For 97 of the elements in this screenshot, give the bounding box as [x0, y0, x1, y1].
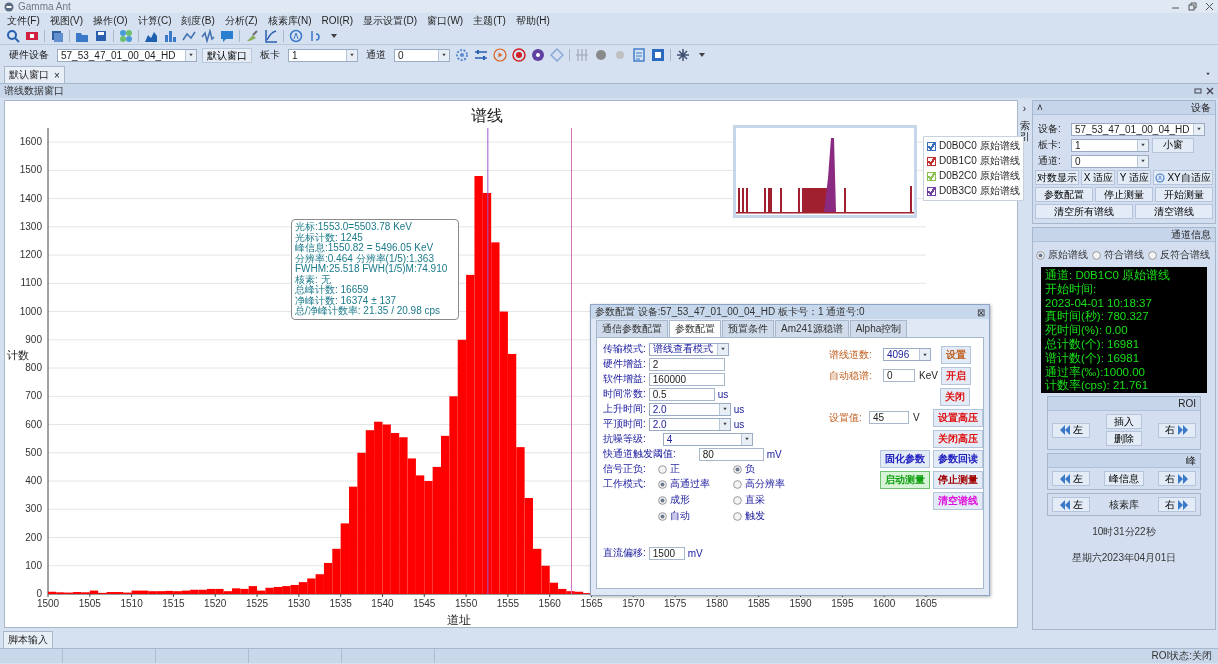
x-tick-label: 1535 — [329, 598, 352, 609]
radio-label: 触发 — [745, 509, 765, 523]
channel-label: 通道 — [365, 48, 387, 62]
x-tick-label: 1520 — [204, 598, 227, 609]
group-title: 设备 — [1191, 100, 1211, 115]
x-tick-label: 1605 — [914, 598, 938, 609]
board-label: 板卡 — [259, 48, 281, 62]
y-tick-label: 700 — [25, 390, 42, 402]
x-tick-label: 1550 — [454, 598, 478, 609]
radio-label: 直采 — [745, 493, 765, 507]
radio-label: 高分辨率 — [745, 477, 785, 491]
field-label: 板卡: — [1038, 138, 1062, 152]
group-title: 通道信息 — [1171, 227, 1211, 242]
y-tick-label: 300 — [25, 503, 42, 515]
field-label: 平顶时间: — [603, 417, 646, 431]
x-tick-label: 1585 — [747, 598, 770, 609]
radio-label: 成形 — [670, 493, 690, 507]
status-text: ROI状态:关闭 — [1151, 649, 1213, 663]
radio-label: 负 — [745, 462, 755, 476]
info-display: 通道: D0B1C0 原始谱线 开始时间: 2023-04-01 10:18:37 真时间(秒): 780.327 死时间(%): 0.00 总计数(个): 16981 谱计数(个): 16981 通过率(‰):1000.00 计数率(cps): 21.761 — [1041, 267, 1207, 393]
x-tick-label: 1575 — [664, 598, 687, 609]
radio-label: 高通过率 — [670, 477, 710, 491]
dialog-title: 参数配置 设备:57_53_47_01_00_04_HD 板卡号：1 通道号:0 — [595, 305, 865, 319]
window-title: Gamma Ant — [18, 1, 71, 12]
field-label: 设置值: — [829, 410, 863, 425]
field-label: 软件增益: — [603, 372, 646, 386]
field-label: 传输模式: — [603, 342, 646, 356]
radio-label: 反符合谱线 — [1160, 248, 1210, 262]
y-tick-label: 1000 — [19, 305, 42, 317]
field-label: 硬件增益: — [603, 357, 646, 371]
y-tick-label: 900 — [25, 333, 42, 345]
clock-time: 10时31分22秒 — [1091, 525, 1157, 539]
y-tick-label: 1500 — [19, 164, 42, 176]
y-tick-label: 1200 — [19, 249, 42, 261]
unit-label: KeV — [919, 370, 937, 381]
x-tick-label: 1580 — [705, 598, 729, 609]
legend-label: D0B0C0 原始谱线 — [939, 139, 1020, 153]
x-tick-label: 1565 — [580, 598, 603, 609]
unit-label: V — [913, 412, 921, 423]
y-tick-label: 500 — [25, 446, 42, 458]
y-tick-label: 100 — [25, 559, 42, 571]
x-tick-label: 1500 — [36, 598, 60, 609]
unit-label: us — [717, 388, 729, 400]
y-tick-label: 1300 — [19, 220, 42, 232]
group-title: 峰 — [1186, 453, 1196, 468]
unit-label: mV — [766, 448, 782, 460]
y-axis-title: 计数 — [7, 349, 29, 361]
field-label: 上升时间: — [603, 402, 646, 416]
y-tick-label: 1400 — [19, 192, 42, 204]
x-tick-label: 1515 — [162, 598, 185, 609]
field-label: 直流偏移: — [603, 546, 646, 560]
y-tick-label: 1100 — [20, 277, 42, 289]
y-tick-label: 800 — [25, 362, 42, 374]
x-tick-label: 1590 — [789, 598, 812, 609]
radio-label: 符合谱线 — [1104, 248, 1144, 262]
y-tick-label: 0 — [36, 588, 42, 599]
field-label: 通道: — [1038, 154, 1062, 168]
field-label: 自动稳谱: — [829, 368, 873, 383]
y-tick-label: 400 — [25, 475, 42, 487]
legend-label: D0B1C0 原始谱线 — [939, 154, 1020, 168]
field-label: 时间常数: — [603, 387, 646, 401]
radio-label: 原始谱线 — [1048, 248, 1088, 262]
x-tick-label: 1600 — [873, 598, 896, 609]
y-tick-label: 200 — [25, 531, 42, 543]
x-tick-label: 1530 — [287, 598, 310, 609]
x-tick-label: 1560 — [538, 598, 561, 609]
x-tick-label: 1545 — [413, 598, 436, 609]
field-label: 设备: — [1038, 122, 1062, 136]
y-tick-label: 1600 — [19, 136, 42, 148]
field-label: 工作模式: — [603, 477, 647, 491]
x-tick-label: 1525 — [245, 598, 269, 609]
clock-date: 星期六2023年04月01日 — [1070, 551, 1178, 565]
x-tick-label: 1510 — [120, 598, 143, 609]
group-title: ROI — [1178, 398, 1196, 409]
field-label: 信号正负: — [603, 462, 647, 476]
x-axis-title: 道址 — [447, 613, 471, 627]
panel-title: 谱线数据窗口 — [4, 84, 64, 98]
x-tick-label: 1555 — [496, 598, 520, 609]
legend-label: D0B3C0 原始谱线 — [939, 184, 1020, 198]
device-label: 硬件设备 — [8, 48, 50, 62]
chart-title: 谱线 — [471, 107, 503, 124]
radio-label: 自动 — [670, 509, 690, 523]
x-tick-label: 1595 — [831, 598, 854, 609]
unit-label: us — [733, 418, 745, 430]
unit-label: us — [733, 403, 745, 415]
legend-label: D0B2C0 原始谱线 — [939, 169, 1020, 183]
y-tick-label: 600 — [25, 418, 42, 430]
cursor-tooltip: 光标:1553.0=5503.78 KeV 光标计数: 1245 峰信息:1550.82 = 5496.05 KeV 分辨率:0.464 分辨率(1/5):1.363 FWHM:25.518 FWH(1/5)M:74.910 核素: 无 总峰计数: 16659 净峰计数: 16374 ± 137 总/净峰计数率: 21.35 / 20.98 cps — [291, 219, 459, 320]
radio-label: 正 — [670, 462, 680, 476]
field-label: 快通道触发阈值: — [603, 447, 676, 461]
field-label: 抗噪等级: — [603, 432, 646, 446]
x-tick-label: 1540 — [371, 598, 394, 609]
field-label: 谱线道数: — [829, 347, 873, 362]
x-tick-label: 1570 — [622, 598, 645, 609]
x-tick-label: 1505 — [78, 598, 101, 609]
nuclide-label: 核素库 — [1109, 497, 1139, 512]
unit-label: mV — [687, 547, 703, 559]
